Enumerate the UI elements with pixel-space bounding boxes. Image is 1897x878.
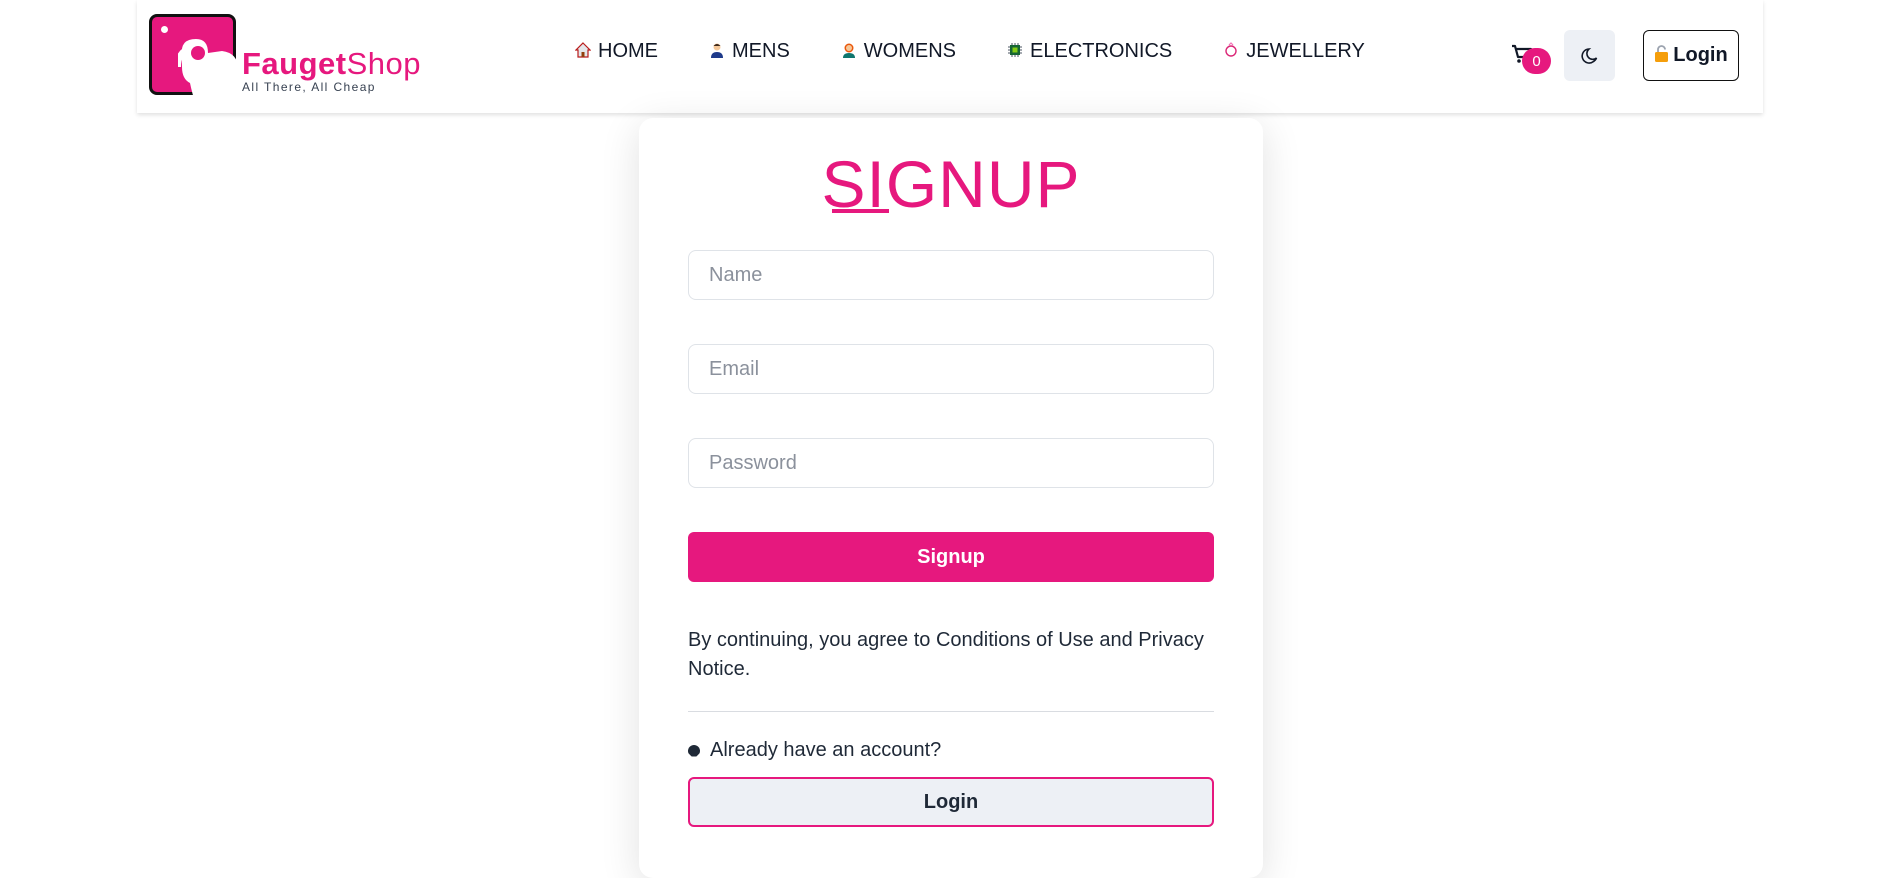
chip-icon — [1006, 42, 1024, 62]
already-account-text: Already have an account? — [710, 739, 942, 761]
man-icon — [708, 42, 726, 62]
nav-womens[interactable]: WOMENS — [840, 40, 956, 63]
nav-mens[interactable]: MENS — [708, 40, 790, 63]
ring-icon — [1222, 41, 1240, 62]
signup-button[interactable]: Signup — [688, 532, 1214, 582]
unlock-icon — [1654, 44, 1669, 67]
password-input[interactable] — [688, 438, 1214, 488]
header-login-button[interactable]: Login — [1643, 30, 1739, 81]
navbar: FaugetShop All There, All Cheap HOME MEN… — [137, 0, 1763, 113]
bullet-icon — [688, 744, 700, 757]
nav-electronics[interactable]: ELECTRONICS — [1006, 40, 1172, 63]
cart-count-badge: 0 — [1522, 48, 1551, 74]
nav-home[interactable]: HOME — [574, 40, 658, 63]
cart-button[interactable]: 0 — [1511, 40, 1551, 76]
woman-icon — [840, 42, 858, 62]
already-account-row: Already have an account? — [688, 739, 941, 762]
brand-name: FaugetShop — [242, 46, 422, 81]
terms-text: By continuing, you agree to Conditions o… — [688, 629, 1204, 680]
brand-logo[interactable]: FaugetShop All There, All Cheap — [149, 14, 421, 105]
name-input[interactable] — [688, 250, 1214, 300]
house-icon — [574, 41, 592, 62]
email-input[interactable] — [688, 344, 1214, 394]
moon-icon — [1580, 47, 1597, 64]
theme-toggle-button[interactable] — [1564, 30, 1615, 81]
nav-jewellery[interactable]: JEWELLERY — [1222, 40, 1365, 63]
title-underline — [832, 209, 889, 213]
login-button[interactable]: Login — [688, 777, 1214, 827]
shopping-bag-logo-icon — [149, 14, 238, 105]
divider — [688, 711, 1214, 712]
main-nav: HOME MENS WOMENS ELECTRONICS JEWELLERY — [574, 40, 1415, 63]
brand-tagline: All There, All Cheap — [242, 80, 376, 94]
signup-card: SIGNUP Signup By continuing, you agree t… — [639, 118, 1263, 878]
page-title: SIGNUP — [821, 147, 1081, 221]
